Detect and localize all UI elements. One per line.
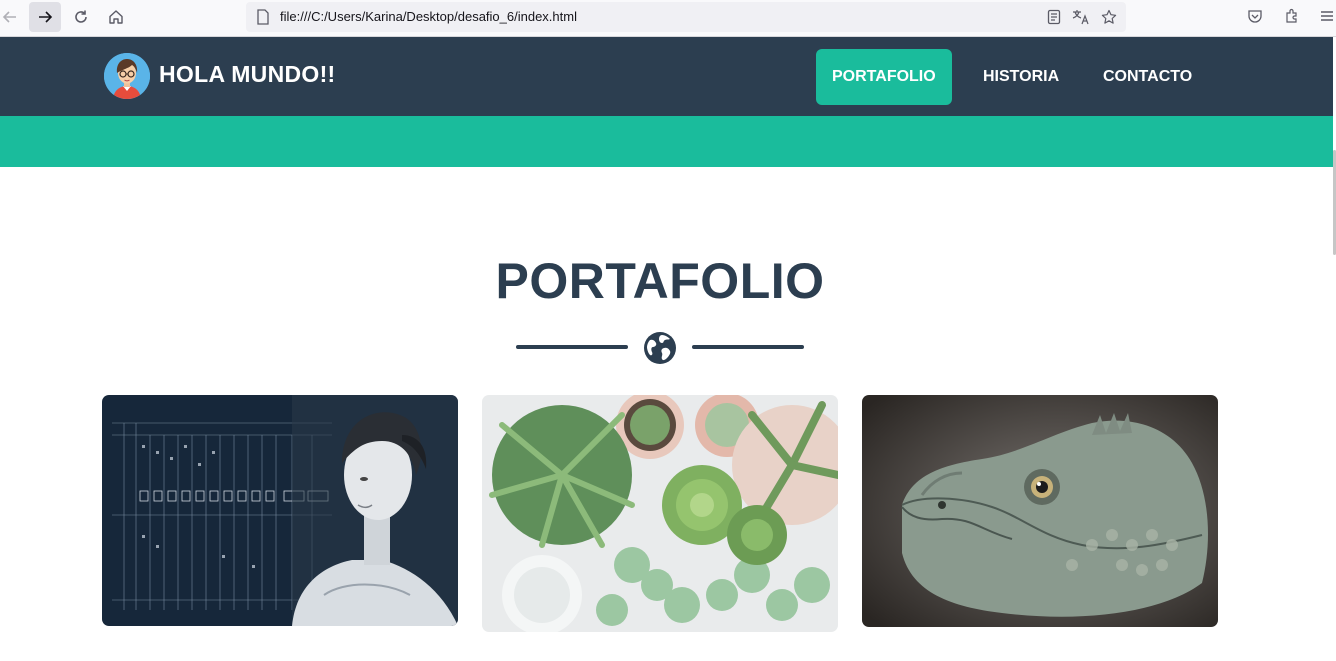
portfolio-image-iguana [862,395,1218,627]
browser-toolbar: file:///C:/Users/Karina/Desktop/desafio_… [0,0,1336,37]
back-icon[interactable] [0,2,26,32]
extensions-icon[interactable] [1281,5,1303,27]
home-icon[interactable] [100,2,132,32]
reload-icon[interactable] [65,2,97,32]
portfolio-image-succulents [482,395,838,632]
hero-band [0,116,1336,167]
page-icon [253,7,273,27]
divider-line-right [692,345,804,349]
portfolio-item[interactable] [482,395,838,632]
bookmark-star-icon[interactable] [1099,7,1119,27]
menu-icon[interactable] [1316,5,1336,27]
portfolio-item[interactable] [862,395,1218,627]
pocket-icon[interactable] [1244,5,1266,27]
translate-icon[interactable] [1071,7,1091,27]
url-text[interactable]: file:///C:/Users/Karina/Desktop/desafio_… [280,9,577,24]
nav-link-contacto[interactable]: CONTACTO [1087,49,1208,105]
nav-link-portafolio[interactable]: PORTAFOLIO [816,49,952,105]
portfolio-item[interactable] [102,395,458,626]
avatar [104,53,150,99]
portfolio-image-portrait [102,395,458,626]
forward-icon[interactable] [29,2,61,32]
site-brand[interactable]: HOLA MUNDO!! [159,61,336,88]
address-bar[interactable]: file:///C:/Users/Karina/Desktop/desafio_… [246,2,1126,32]
page-title: PORTAFOLIO [495,253,825,309]
site-header: HOLA MUNDO!! PORTAFOLIO HISTORIA CONTACT… [0,37,1336,116]
reader-view-icon[interactable] [1044,7,1064,27]
globe-icon [643,331,677,365]
divider-line-left [516,345,628,349]
nav-link-historia[interactable]: HISTORIA [967,49,1075,105]
